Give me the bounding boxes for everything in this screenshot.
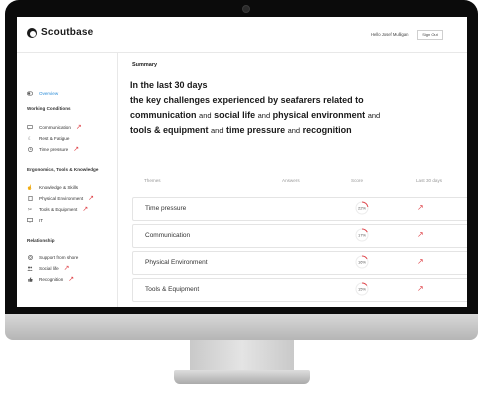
score-label: 22% (358, 205, 366, 210)
sidebar-item-label: Overview (39, 91, 59, 96)
sidebar-item-label: Physical Environment (39, 196, 84, 201)
trend-up-arrow-icon: ↗ (82, 205, 89, 213)
app-name: Scoutbase (41, 27, 94, 38)
sidebar-item-label: Recognition (39, 277, 64, 282)
score-ring: 17% (355, 228, 369, 242)
scoutbase-logo-icon (27, 27, 37, 38)
sidebar-item-physical-environment[interactable]: Physical Environment ↗ (27, 194, 95, 202)
trend-up-arrow-icon: ↗ (417, 257, 424, 266)
column-header-score: Score (351, 178, 364, 183)
score-label: 15% (358, 286, 366, 291)
lifebuoy-icon (27, 255, 33, 260)
headline-line-1: In the last 30 days (130, 80, 208, 90)
sidebar-item-recognition[interactable]: Recognition ↗ (27, 275, 75, 283)
column-header-answers: Answers (282, 178, 300, 183)
section-title-summary: Summary (132, 62, 158, 68)
table-row[interactable]: Communication 17% ↗ (132, 224, 467, 248)
connector: and (287, 126, 301, 135)
toggle-icon (27, 91, 33, 96)
theme-name: Communication (145, 232, 191, 239)
sidebar-item-support-from-shore[interactable]: Support from shore (27, 255, 78, 260)
sidebar-item-label: Time pressure (39, 147, 69, 152)
column-header-themes: Themes (144, 178, 161, 183)
app-screen: Scoutbase Hello Josef Mulligan Sign Out … (17, 17, 467, 307)
monitor-stand-neck (190, 340, 294, 374)
section-title-ergonomics: Ergonomics, Tools & Knowledge (27, 167, 99, 172)
challenge-tools-equipment: tools & equipment (130, 125, 209, 135)
sidebar-item-tools-equipment[interactable]: ✂ Tools & Equipment ↗ (27, 205, 89, 213)
sidebar: Overview Working Conditions Communicatio… (17, 53, 118, 307)
score-label: 16% (358, 259, 366, 264)
table-row[interactable]: Time pressure 22% ↗ (132, 197, 467, 221)
table-row[interactable]: Tools & Equipment 15% ↗ (132, 278, 467, 302)
main-content: Summary In the last 30 days the key chal… (130, 53, 467, 307)
challenge-time-pressure: time pressure (226, 125, 286, 135)
summary-headline: In the last 30 days the key challenges e… (130, 78, 460, 138)
sidebar-item-it[interactable]: IT (27, 218, 43, 223)
webcam (242, 5, 250, 13)
connector: and (211, 126, 224, 135)
connector: and (367, 111, 381, 120)
sidebar-item-knowledge-skills[interactable]: ☝ Knowledge & Skills (26, 184, 79, 191)
tools-icon: ✂ (27, 206, 33, 213)
trend-up-arrow-icon: ↗ (417, 284, 424, 293)
trend-up-arrow-icon: ↗ (75, 123, 82, 131)
sidebar-item-communication[interactable]: Communication ↗ (27, 123, 82, 131)
score-ring: 22% (355, 201, 369, 215)
sidebar-item-time-pressure[interactable]: Time pressure ↗ (27, 145, 80, 153)
monitor-chin (5, 314, 478, 340)
sidebar-item-label: Knowledge & Skills (39, 185, 79, 190)
app-logo[interactable]: Scoutbase (27, 27, 93, 38)
top-bar: Scoutbase Hello Josef Mulligan Sign Out (17, 17, 467, 53)
section-title-relationship: Relationship (27, 238, 55, 243)
section-title-working-conditions: Working Conditions (27, 106, 71, 111)
moon-icon: ☾ (27, 135, 33, 142)
column-header-last-30-days: Last 30 days (416, 178, 443, 183)
table-row[interactable]: Physical Environment 16% ↗ (132, 251, 467, 275)
sidebar-item-label: Communication (39, 125, 71, 130)
challenge-communication: communication (130, 110, 197, 120)
theme-name: Physical Environment (145, 259, 208, 266)
sidebar-item-social-life[interactable]: Social life ↗ (27, 264, 70, 272)
connector: and (199, 111, 212, 120)
headline-line-2: the key challenges experienced by seafar… (130, 95, 364, 105)
monitor-stand-foot (174, 370, 310, 384)
connector: and (257, 111, 271, 120)
sidebar-item-label: Tools & Equipment (39, 207, 78, 212)
trend-up-arrow-icon: ↗ (73, 145, 80, 153)
headline-line-4: tools & equipment and time pressure and … (130, 123, 460, 138)
theme-name: Time pressure (145, 205, 187, 212)
document-icon (27, 196, 33, 201)
thumbs-up-icon (27, 277, 33, 282)
hand-icon: ☝ (26, 184, 34, 191)
challenge-social-life: social life (214, 110, 256, 120)
challenge-physical-environment: physical environment (272, 110, 366, 120)
trend-up-arrow-icon: ↗ (68, 275, 75, 283)
trend-up-arrow-icon: ↗ (417, 230, 424, 239)
user-greeting: Hello Josef Mulligan (371, 32, 409, 37)
sidebar-item-label: Rest & Fatigue (39, 136, 70, 141)
sidebar-item-label: Social life (39, 266, 59, 271)
trend-up-arrow-icon: ↗ (88, 194, 95, 202)
trend-up-arrow-icon: ↗ (63, 264, 70, 272)
chat-icon (27, 125, 33, 130)
sidebar-item-label: Support from shore (39, 255, 79, 260)
sidebar-item-rest-fatigue[interactable]: ☾ Rest & Fatigue (27, 135, 70, 142)
headline-line-3: communication and social life and physic… (130, 108, 460, 123)
clock-icon (27, 147, 33, 152)
challenge-recognition: recognition (302, 125, 352, 135)
score-label: 17% (358, 232, 366, 237)
score-ring: 15% (355, 282, 369, 296)
theme-name: Tools & Equipment (145, 286, 200, 293)
monitor-icon (27, 218, 33, 223)
sidebar-item-label: IT (39, 218, 44, 223)
people-icon (27, 266, 33, 271)
score-ring: 16% (355, 255, 369, 269)
sidebar-item-overview[interactable]: Overview (27, 91, 58, 96)
trend-up-arrow-icon: ↗ (417, 203, 424, 212)
sign-out-button[interactable]: Sign Out (417, 30, 443, 40)
